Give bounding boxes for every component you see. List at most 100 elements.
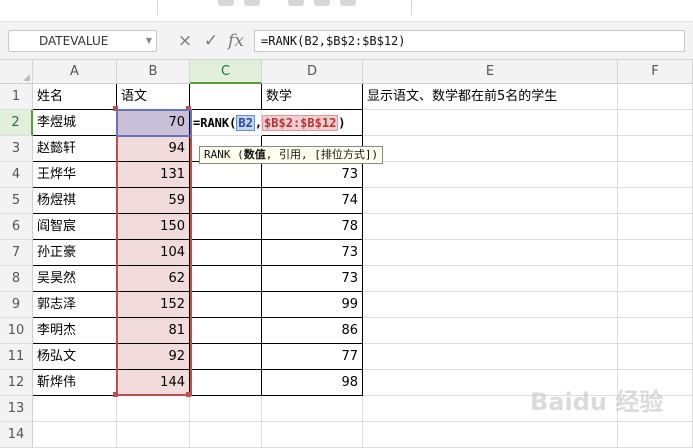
chinese-score-cell[interactable]: 70 xyxy=(117,110,190,136)
cell-e7[interactable] xyxy=(363,240,618,266)
student-name-cell[interactable]: 王烨华 xyxy=(33,162,117,188)
cell-f8[interactable] xyxy=(618,266,693,292)
select-all-corner[interactable] xyxy=(0,60,33,84)
row-header-14[interactable]: 14 xyxy=(0,422,33,448)
header-math-cell[interactable]: 数学 xyxy=(262,84,363,110)
ribbon-button[interactable] xyxy=(314,0,330,6)
cell-d14[interactable] xyxy=(262,422,363,448)
rank-cell[interactable] xyxy=(190,214,262,240)
header-empty-cell[interactable] xyxy=(190,84,262,110)
cancel-formula-icon[interactable]: × xyxy=(175,30,195,52)
cell-a14[interactable] xyxy=(33,422,117,448)
chinese-score-cell[interactable]: 81 xyxy=(117,318,190,344)
row-header-1[interactable]: 1 xyxy=(0,84,33,110)
rank-cell[interactable] xyxy=(190,266,262,292)
ribbon-button[interactable] xyxy=(244,0,260,6)
ribbon-button[interactable] xyxy=(218,0,234,6)
chinese-score-cell[interactable]: 62 xyxy=(117,266,190,292)
range-handle[interactable] xyxy=(186,392,191,397)
math-score-cell[interactable]: 86 xyxy=(262,318,363,344)
student-name-cell[interactable]: 吴昊然 xyxy=(33,266,117,292)
column-header-a[interactable]: A xyxy=(33,60,117,84)
student-name-cell[interactable]: 孙正豪 xyxy=(33,240,117,266)
row-header-13[interactable]: 13 xyxy=(0,396,33,422)
rank-cell[interactable] xyxy=(190,370,262,396)
cell-f1[interactable] xyxy=(618,84,693,110)
chinese-score-cell[interactable]: 150 xyxy=(117,214,190,240)
ribbon-button[interactable] xyxy=(288,0,304,6)
math-score-cell[interactable]: 73 xyxy=(262,266,363,292)
chinese-score-cell[interactable]: 152 xyxy=(117,292,190,318)
cell-b13[interactable] xyxy=(117,396,190,422)
row-header-9[interactable]: 9 xyxy=(0,292,33,318)
row-header-11[interactable]: 11 xyxy=(0,344,33,370)
row-header-7[interactable]: 7 xyxy=(0,240,33,266)
math-score-cell[interactable]: 74 xyxy=(262,188,363,214)
chinese-score-cell[interactable]: 59 xyxy=(117,188,190,214)
cell-f3[interactable] xyxy=(618,136,693,162)
student-name-cell[interactable]: 郭志泽 xyxy=(33,292,117,318)
math-score-cell[interactable]: 98 xyxy=(262,370,363,396)
cell-e6[interactable] xyxy=(363,214,618,240)
cell-c14[interactable] xyxy=(190,422,262,448)
column-header-d[interactable]: D xyxy=(262,60,363,84)
math-score-cell[interactable]: 73 xyxy=(262,240,363,266)
student-name-cell[interactable]: 李明杰 xyxy=(33,318,117,344)
chinese-score-cell[interactable]: 131 xyxy=(117,162,190,188)
cell-f4[interactable] xyxy=(618,162,693,188)
row-header-2[interactable]: 2 xyxy=(0,110,33,136)
cell-f10[interactable] xyxy=(618,318,693,344)
math-score-cell[interactable]: 78 xyxy=(262,214,363,240)
editing-cell-c2[interactable]: =RANK(B2, $B$2:$B$12) xyxy=(190,110,346,136)
range-handle[interactable] xyxy=(113,392,118,397)
rank-cell[interactable] xyxy=(190,240,262,266)
name-box[interactable]: DATEVALUE ▼ xyxy=(8,30,157,52)
chevron-down-icon[interactable]: ▼ xyxy=(146,31,152,51)
cell-f2[interactable] xyxy=(618,110,693,136)
math-score-cell[interactable]: 73 xyxy=(262,162,363,188)
row-header-6[interactable]: 6 xyxy=(0,214,33,240)
cell-d13[interactable] xyxy=(262,396,363,422)
cell-f5[interactable] xyxy=(618,188,693,214)
cell-c13[interactable] xyxy=(190,396,262,422)
rank-cell[interactable] xyxy=(190,292,262,318)
cell-e2[interactable] xyxy=(363,110,618,136)
cell-f14[interactable] xyxy=(618,422,693,448)
chinese-score-cell[interactable]: 94 xyxy=(117,136,190,162)
ribbon-button[interactable] xyxy=(340,0,356,6)
row-header-4[interactable]: 4 xyxy=(0,162,33,188)
row-header-10[interactable]: 10 xyxy=(0,318,33,344)
header-name-cell[interactable]: 姓名 xyxy=(33,84,117,110)
formula-input[interactable]: =RANK(B2,$B$2:$B$12) xyxy=(254,30,685,52)
student-name-cell[interactable]: 杨煜祺 xyxy=(33,188,117,214)
confirm-formula-icon[interactable]: ✓ xyxy=(201,30,221,52)
cell-e9[interactable] xyxy=(363,292,618,318)
cell-e5[interactable] xyxy=(363,188,618,214)
cell-f6[interactable] xyxy=(618,214,693,240)
chinese-score-cell[interactable]: 92 xyxy=(117,344,190,370)
row-header-3[interactable]: 3 xyxy=(0,136,33,162)
cell-f11[interactable] xyxy=(618,344,693,370)
header-chinese-cell[interactable]: 语文 xyxy=(117,84,190,110)
cell-e14[interactable] xyxy=(363,422,618,448)
cell-e3[interactable] xyxy=(363,136,618,162)
range-handle[interactable] xyxy=(186,106,191,111)
student-name-cell[interactable]: 李煜城 xyxy=(33,110,117,136)
cell-e10[interactable] xyxy=(363,318,618,344)
cell-f9[interactable] xyxy=(618,292,693,318)
cell-f7[interactable] xyxy=(618,240,693,266)
column-header-b[interactable]: B xyxy=(117,60,190,84)
chinese-score-cell[interactable]: 144 xyxy=(117,370,190,396)
rank-cell[interactable] xyxy=(190,344,262,370)
cell-b14[interactable] xyxy=(117,422,190,448)
cell-e4[interactable] xyxy=(363,162,618,188)
math-score-cell[interactable]: 77 xyxy=(262,344,363,370)
rank-cell[interactable] xyxy=(190,318,262,344)
student-name-cell[interactable]: 阎智宸 xyxy=(33,214,117,240)
rank-cell[interactable] xyxy=(190,188,262,214)
header-note-cell[interactable]: 显示语文、数学都在前5名的学生 xyxy=(363,84,618,110)
student-name-cell[interactable]: 杨弘文 xyxy=(33,344,117,370)
cell-a13[interactable] xyxy=(33,396,117,422)
chinese-score-cell[interactable]: 104 xyxy=(117,240,190,266)
cell-e11[interactable] xyxy=(363,344,618,370)
